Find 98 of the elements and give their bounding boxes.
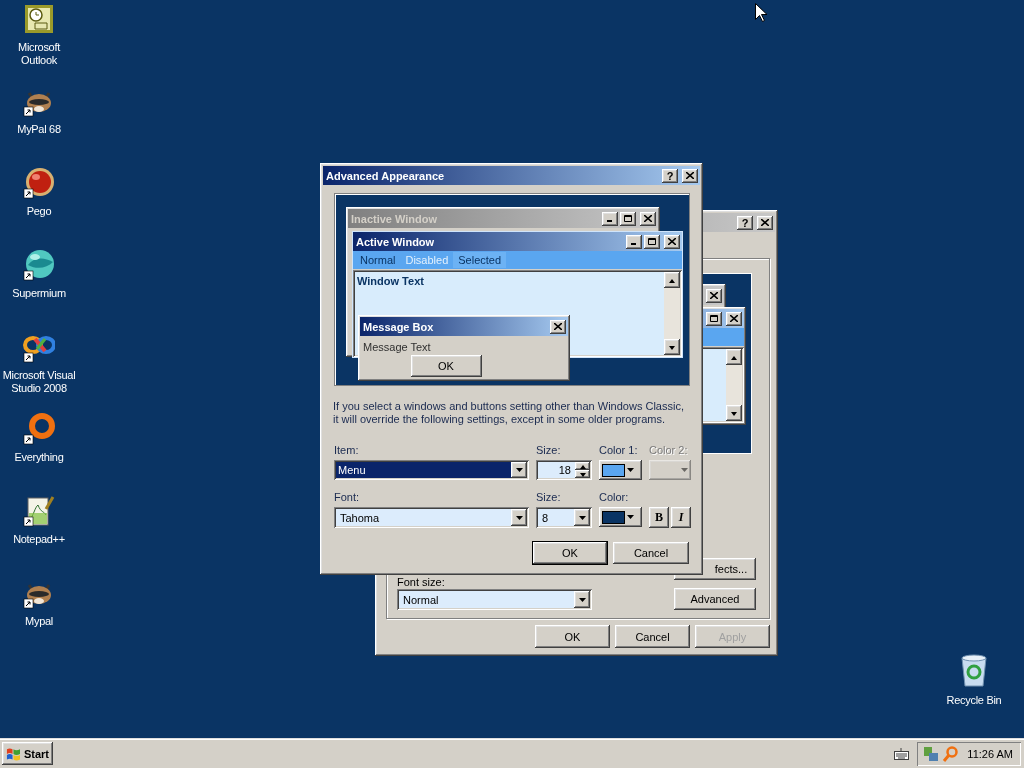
item-label: Item: <box>334 444 360 458</box>
close-icon <box>554 323 562 330</box>
shortcut-label[interactable]: Notepad++ <box>0 533 78 546</box>
caret-icon <box>515 515 523 520</box>
ring-icon[interactable] <box>23 413 55 445</box>
close-button[interactable] <box>682 168 698 183</box>
spin-up-button[interactable] <box>575 462 590 470</box>
font-dropdown[interactable]: Tahoma <box>334 507 529 528</box>
dialog-button[interactable]: OK <box>533 542 607 564</box>
window-text: Window Text <box>356 274 425 289</box>
shortcut-label[interactable]: Pego <box>0 205 78 218</box>
shortcut-label[interactable]: Mypal <box>0 615 78 628</box>
ok-button[interactable]: OK <box>410 355 482 377</box>
recycle-bin-icon[interactable] <box>958 654 990 688</box>
maximize-button[interactable] <box>620 211 636 226</box>
close-button[interactable] <box>664 234 680 249</box>
caret-icon <box>578 597 586 602</box>
scrollbar[interactable] <box>726 349 742 421</box>
color-label: Color 2: <box>649 444 689 458</box>
help-button[interactable]: ? <box>737 215 753 230</box>
close-button[interactable] <box>706 288 722 303</box>
window-title: Inactive Window <box>351 212 439 225</box>
scroll-up-button[interactable] <box>726 349 742 365</box>
description-text: If you select a windows and buttons setting other than Windows Classic, it will override the following settings, except in some older programs. <box>333 400 685 426</box>
clock-icon[interactable] <box>23 3 55 35</box>
font-size-dropdown[interactable]: Normal <box>397 589 592 610</box>
dropdown-button[interactable] <box>574 591 590 608</box>
close-icon <box>668 238 676 245</box>
size-spinner[interactable]: 18 <box>536 460 592 480</box>
minimize-button[interactable] <box>602 211 618 226</box>
menu-item[interactable]: Selected <box>453 252 507 268</box>
color-picker-button[interactable] <box>599 460 642 480</box>
recycle-bin-label[interactable]: Recycle Bin <box>935 694 1013 707</box>
font-size-dropdown[interactable]: 8 <box>536 507 592 528</box>
scroll-down-button[interactable] <box>726 405 742 421</box>
dropdown-button[interactable] <box>574 509 590 526</box>
maximize-icon <box>648 238 656 245</box>
color-picker-button[interactable] <box>599 507 642 527</box>
keyboard-icon[interactable] <box>894 747 910 760</box>
close-icon <box>644 215 652 222</box>
dialog-button[interactable]: OK <box>535 625 610 648</box>
down-arrow-icon <box>668 343 676 351</box>
shortcut-label[interactable]: Microsoft Visual Studio 2008 <box>0 369 78 395</box>
font-size-label: Font size: <box>397 577 446 588</box>
maximize-icon <box>624 215 632 222</box>
color-label: Color 1: <box>599 444 639 458</box>
caret-icon <box>515 468 523 472</box>
shortcut-label[interactable]: Everything <box>0 451 78 464</box>
size-label: Size: <box>536 444 562 458</box>
scrollbar[interactable] <box>664 272 680 355</box>
dialog-button[interactable]: Cancel <box>613 542 689 564</box>
ball-icon[interactable] <box>23 167 55 199</box>
close-button[interactable] <box>726 311 742 326</box>
size-label: Size: <box>536 491 562 505</box>
dialog-button[interactable]: Cancel <box>615 625 690 648</box>
caret-icon <box>627 515 634 519</box>
color-label: Color: <box>599 491 630 505</box>
close-icon <box>730 315 738 322</box>
spin-down-button[interactable] <box>575 470 590 478</box>
shortcut-label[interactable]: Microsoft Outlook <box>0 41 78 67</box>
windows-logo-icon <box>6 746 21 761</box>
network-icon[interactable] <box>923 745 940 762</box>
bold-button[interactable]: B <box>649 507 669 528</box>
close-button[interactable] <box>550 319 566 334</box>
window-title: Advanced Appearance <box>326 169 446 182</box>
help-button[interactable]: ? <box>662 168 678 183</box>
dropdown-button[interactable] <box>511 462 527 478</box>
shortcut-label[interactable]: Supermium <box>0 287 78 300</box>
scroll-down-button[interactable] <box>664 339 680 355</box>
caret-icon <box>578 515 586 520</box>
globe-icon[interactable] <box>23 249 55 281</box>
maximize-icon <box>710 315 718 322</box>
close-icon <box>686 172 694 179</box>
maximize-button[interactable] <box>644 234 660 249</box>
close-icon <box>710 292 718 299</box>
font-label: Font: <box>334 491 361 505</box>
window-title: Message Box <box>363 320 435 333</box>
menu-item[interactable]: Normal <box>355 252 401 268</box>
dropdown-button[interactable] <box>511 509 527 526</box>
window-title: Active Window <box>356 235 436 248</box>
italic-button[interactable]: I <box>671 507 691 528</box>
item-dropdown[interactable]: Menu <box>334 460 529 480</box>
advanced-button[interactable]: Advanced <box>674 588 756 610</box>
scroll-up-button[interactable] <box>664 272 680 288</box>
close-icon <box>761 219 769 226</box>
notepad-icon[interactable] <box>23 495 55 527</box>
maximize-button[interactable] <box>706 311 722 326</box>
message-text: Message Text <box>363 341 432 353</box>
close-button[interactable] <box>757 215 773 230</box>
minimize-button[interactable] <box>626 234 642 249</box>
caret-icon <box>681 468 688 472</box>
close-button[interactable] <box>640 211 656 226</box>
shortcut-label[interactable]: MyPal 68 <box>0 123 78 136</box>
start-button[interactable]: Start <box>2 742 53 765</box>
cursor-icon <box>755 3 767 22</box>
down-arrow-icon <box>730 409 738 417</box>
clock[interactable]: 11:26 AM <box>967 747 1013 760</box>
caret-icon <box>627 468 634 472</box>
